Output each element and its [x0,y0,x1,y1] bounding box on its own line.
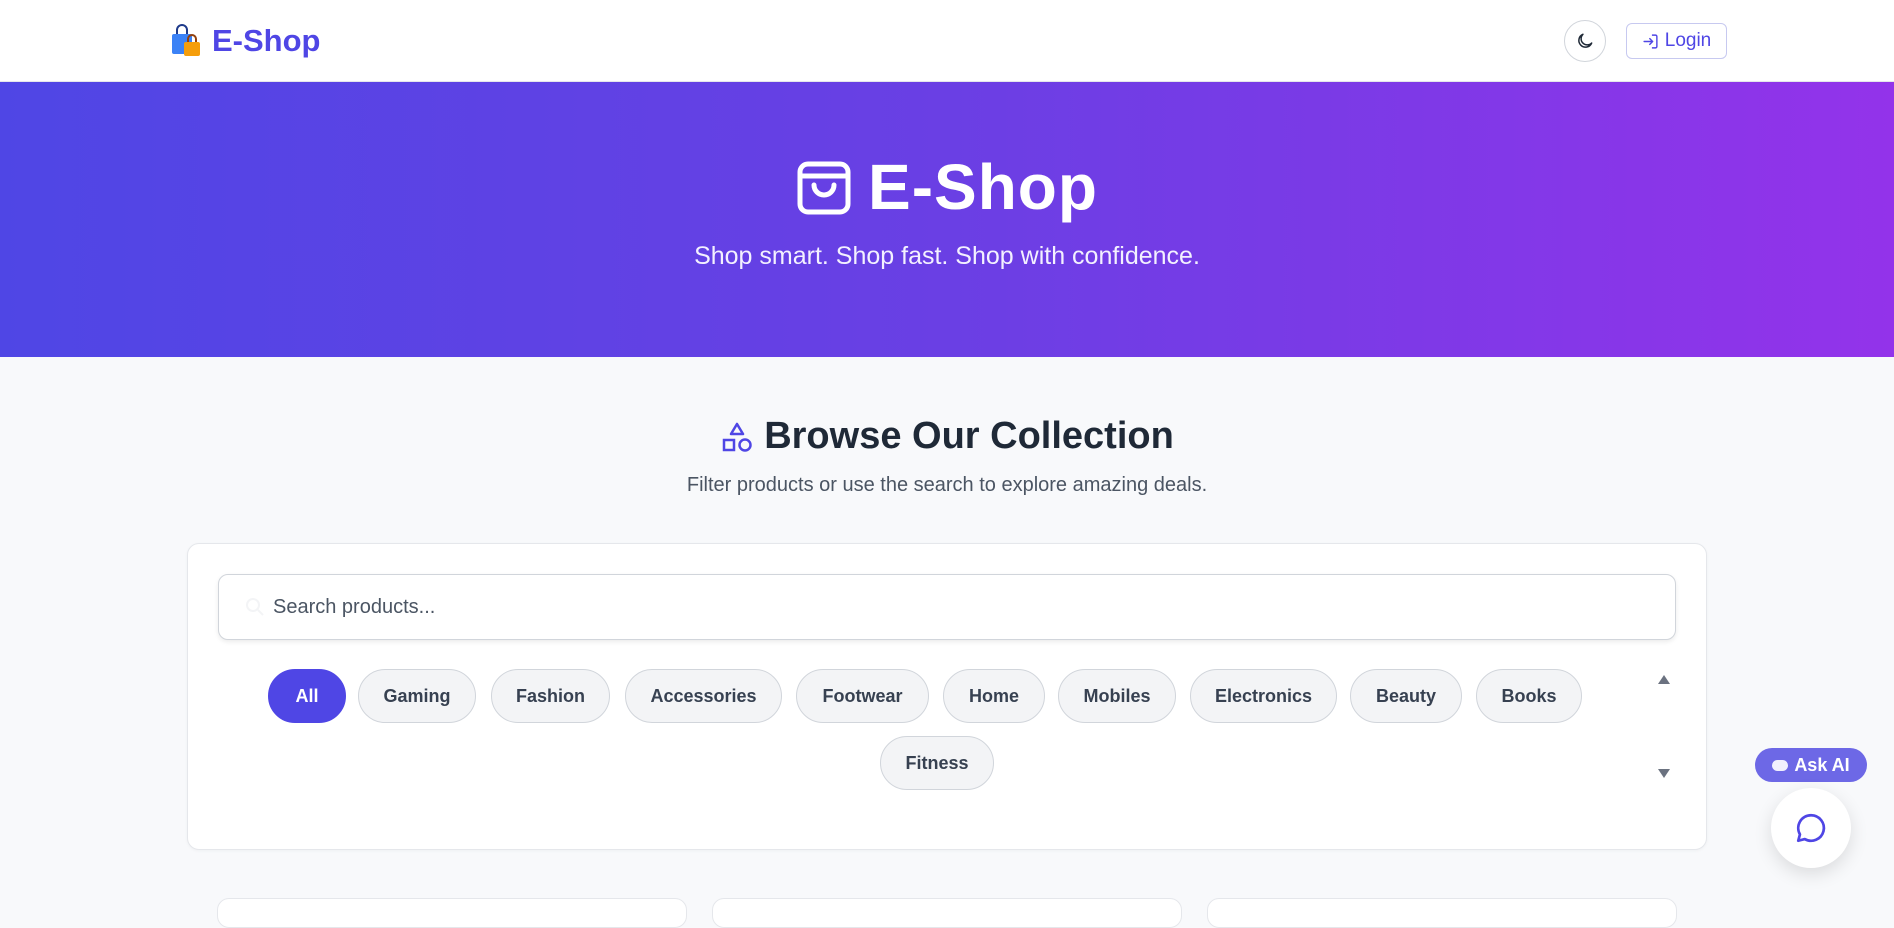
hero-banner: E-Shop Shop smart. Shop fast. Shop with … [0,82,1894,357]
category-scrollbar[interactable] [1655,672,1673,782]
brand-name: E-Shop [212,23,321,58]
category-chip-accessories[interactable]: Accessories [625,669,782,723]
ask-ai-label: Ask AI [1794,754,1850,775]
category-chip-books[interactable]: Books [1476,669,1582,723]
scroll-up-arrow-icon[interactable] [1658,675,1670,684]
hero-title-text: E-Shop [868,151,1098,223]
product-card[interactable] [712,898,1182,928]
section-title: Browse Our Collection [0,415,1894,458]
product-card[interactable] [1207,898,1677,928]
login-button[interactable]: Login [1626,23,1727,59]
category-chip-home[interactable]: Home [943,669,1045,723]
login-label: Login [1664,30,1712,51]
speech-bubble-icon [1772,759,1789,771]
hero-subtitle: Shop smart. Shop fast. Shop with confide… [694,242,1200,270]
ask-ai-button[interactable]: Ask AI [1755,748,1867,782]
filter-card: All Gaming Fashion Accessories Footwear … [187,543,1707,850]
search-input[interactable] [243,575,1643,639]
moon-icon [1578,33,1593,48]
category-chip-electronics[interactable]: Electronics [1190,669,1337,723]
section-subtitle: Filter products or use the search to exp… [686,474,1208,496]
shapes-icon [722,422,752,452]
category-chip-footwear[interactable]: Footwear [796,669,929,723]
product-card[interactable] [217,898,687,928]
brand-link[interactable]: E-Shop [170,22,321,60]
scroll-down-arrow-icon[interactable] [1658,769,1670,778]
category-chip-mobiles[interactable]: Mobiles [1058,669,1176,723]
category-chip-beauty[interactable]: Beauty [1350,669,1462,723]
chat-button[interactable] [1771,788,1851,868]
hero-title: E-Shop [0,150,1894,224]
shopping-bags-icon [172,24,200,56]
category-chip-fitness[interactable]: Fitness [880,736,994,790]
category-chip-gaming[interactable]: Gaming [358,669,476,723]
category-chip-all[interactable]: All [268,669,346,723]
section-title-text: Browse Our Collection [764,415,1174,457]
search-box [218,574,1676,640]
theme-toggle-button[interactable] [1564,20,1606,62]
chat-icon [1796,813,1826,843]
login-icon [1643,33,1658,49]
shopping-bag-icon [797,161,851,215]
navbar: E-Shop Login [0,0,1894,82]
category-chip-fashion[interactable]: Fashion [491,669,610,723]
